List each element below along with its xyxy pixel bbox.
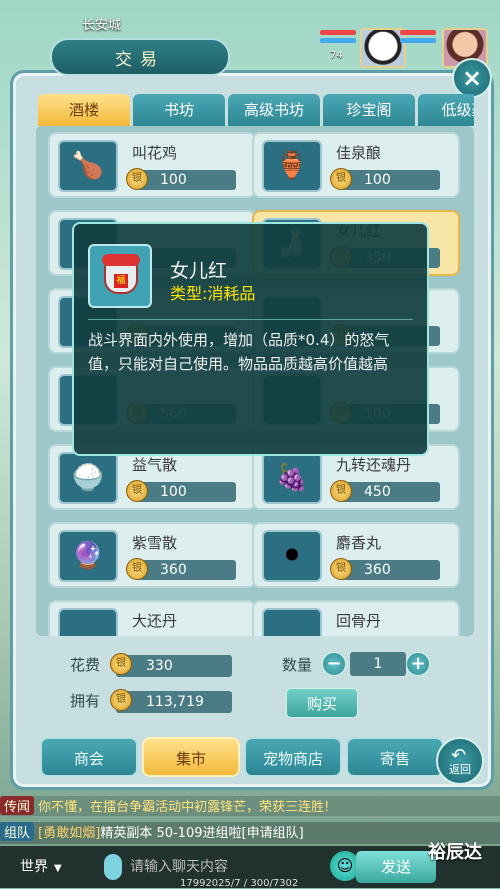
item-icon <box>58 608 118 636</box>
item-icon: 🔮 <box>58 530 118 582</box>
tooltip-divider <box>88 319 413 320</box>
tooltip-description: 战斗界面内外使用，增加（品质*0.4）的怒气值，只能对自己使用。物品品质越高价值… <box>88 331 390 373</box>
item-icon: 🍗 <box>58 140 118 192</box>
chat-message-text: 你不懂，在擂台争霸活动中初露锋芒，荣获三连胜! <box>38 800 330 815</box>
tab-pet-shop[interactable]: 宠物商店 <box>244 737 342 777</box>
tooltip-item-name: 女儿红 <box>170 260 228 282</box>
coordinates-readout: 17992025/7 / 300/7302 <box>180 878 299 889</box>
wine-jar-icon: 福 <box>88 244 152 308</box>
quantity-input[interactable]: 1 <box>350 652 406 676</box>
item-name: 佳泉酿 <box>336 144 382 162</box>
shop-item[interactable]: 🔮 紫雪散 360 银 <box>48 522 256 588</box>
item-tooltip: 福 女儿红 类型:消耗品 战斗界面内外使用，增加（品质*0.4）的怒气值，只能对… <box>72 222 429 456</box>
coin-icon: 银 <box>110 689 132 711</box>
quantity-increase-button[interactable]: + <box>406 652 430 676</box>
item-price: 100 <box>340 170 440 190</box>
tab-market[interactable]: 集市 <box>142 737 240 777</box>
quantity-decrease-button[interactable]: − <box>322 652 346 676</box>
item-name: 大还丹 <box>132 612 178 630</box>
coin-icon: 银 <box>126 168 148 190</box>
tab-treasure-pavilion[interactable]: 珍宝阁 <box>323 94 415 126</box>
shop-item[interactable]: 🍗 叫花鸡 100 银 <box>48 132 256 198</box>
shop-item[interactable]: 大还丹 <box>48 600 256 636</box>
coin-icon: 银 <box>330 168 352 190</box>
shop-item[interactable]: ⚫ 麝香丸 360 银 <box>252 522 460 588</box>
shop-tabs: 酒楼书坊高级书坊珍宝阁低级药 <box>38 94 474 126</box>
player-status-bars <box>320 30 356 46</box>
tab-tavern[interactable]: 酒楼 <box>38 94 130 126</box>
item-price: 360 <box>136 560 236 580</box>
chat-message-rumor: 传闻 你不懂，在擂台争霸活动中初露锋芒，荣获三连胜! <box>0 796 500 816</box>
item-name: 麝香丸 <box>336 534 382 552</box>
close-button[interactable]: × <box>452 58 492 98</box>
item-price: 450 <box>340 482 440 502</box>
tab-bookshop[interactable]: 书坊 <box>133 94 225 126</box>
tab-advanced-bookshop[interactable]: 高级书坊 <box>228 94 320 126</box>
coin-icon: 银 <box>126 480 148 502</box>
close-icon: × <box>461 64 483 92</box>
chat-message-text: 精英副本 50-109进组啦[申请组队] <box>100 826 304 841</box>
tooltip-item-type: 类型:消耗品 <box>170 284 256 303</box>
coin-icon: 银 <box>110 653 132 675</box>
chat-channel-tag: 传闻 <box>0 796 35 815</box>
back-button[interactable]: ↶ 返回 <box>436 737 484 785</box>
send-button[interactable]: 发送 <box>356 851 436 883</box>
item-name: 紫雪散 <box>132 534 178 552</box>
cost-label: 花费 <box>70 656 101 674</box>
chevron-down-icon: ▼ <box>54 863 62 874</box>
city-name: 长安城 <box>82 18 122 33</box>
player-level: 74 <box>330 50 343 61</box>
microphone-icon[interactable] <box>104 854 122 880</box>
owned-label: 拥有 <box>70 692 101 710</box>
chat-input[interactable]: 请输入聊天内容 <box>130 854 320 880</box>
item-name: 回骨丹 <box>336 612 382 630</box>
buy-button[interactable]: 购买 <box>286 688 358 718</box>
owned-value: 113,719 <box>116 691 232 713</box>
item-price: 360 <box>340 560 440 580</box>
chat-channel-tag: 组队 <box>0 822 35 841</box>
item-name: 叫花鸡 <box>132 144 178 162</box>
item-name: 益气散 <box>132 456 178 474</box>
item-icon: 🍚 <box>58 452 118 504</box>
tab-chamber-of-commerce[interactable]: 商会 <box>40 737 138 777</box>
shop-item[interactable]: 回骨丹 <box>252 600 460 636</box>
coin-icon: 银 <box>126 558 148 580</box>
shop-item[interactable]: 🏺 佳泉酿 100 银 <box>252 132 460 198</box>
item-name: 九转还魂丹 <box>336 456 412 474</box>
tab-low-medicine[interactable]: 低级药 <box>418 94 474 126</box>
chat-message-team: 组队 [勇敢如烟]精英副本 50-109进组啦[申请组队] <box>0 822 500 844</box>
item-icon: ⚫ <box>262 530 322 582</box>
item-price: 100 <box>136 170 236 190</box>
coin-icon: 银 <box>330 558 352 580</box>
item-icon: 🏺 <box>262 140 322 192</box>
item-icon: 🍇 <box>262 452 322 504</box>
pet-status-bars <box>400 30 436 46</box>
item-price: 100 <box>136 482 236 502</box>
item-icon <box>262 608 322 636</box>
tab-consignment[interactable]: 寄售 <box>346 737 444 777</box>
coin-icon: 银 <box>330 480 352 502</box>
cost-value: 330 <box>116 655 232 677</box>
panel-title: 交易 <box>50 38 230 76</box>
chat-channel-select[interactable]: 世界 ▼ <box>20 854 88 880</box>
quantity-label: 数量 <box>282 656 313 674</box>
back-arrow-icon: ↶ <box>451 745 467 766</box>
chat-player-link[interactable]: [勇敢如烟] <box>38 826 100 841</box>
watermark: 裕辰达 <box>428 842 482 863</box>
